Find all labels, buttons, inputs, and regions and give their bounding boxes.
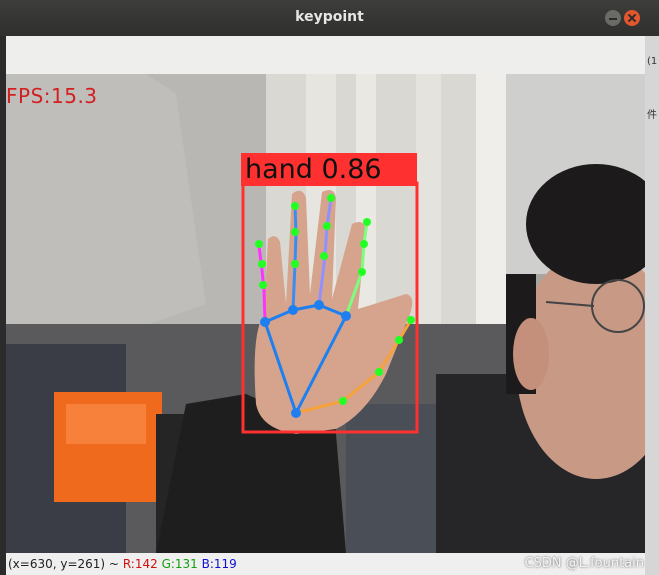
pixel-blue-value: B:119 — [201, 557, 237, 571]
cursor-coordinates: (x=630, y=261) ~ — [8, 557, 119, 571]
minimize-icon[interactable] — [605, 10, 621, 26]
edge-text-1: (1 — [647, 56, 658, 67]
pixel-red-value: R:142 — [122, 557, 158, 571]
pixel-green-value: G:131 — [161, 557, 198, 571]
title-bar: keypoint — [0, 0, 659, 36]
close-icon[interactable] — [624, 10, 640, 26]
background-window-edge: (1 件 — [645, 36, 659, 575]
fps-counter: FPS:15.3 — [6, 84, 98, 108]
camera-image — [6, 74, 645, 553]
camera-frame — [6, 74, 645, 553]
detection-label: hand 0.86 — [241, 153, 417, 186]
watermark: CSDN @L.fountain — [524, 556, 645, 571]
toolbar-area — [6, 36, 645, 75]
edge-text-2: 件 — [647, 110, 657, 121]
window-title: keypoint — [295, 9, 364, 25]
